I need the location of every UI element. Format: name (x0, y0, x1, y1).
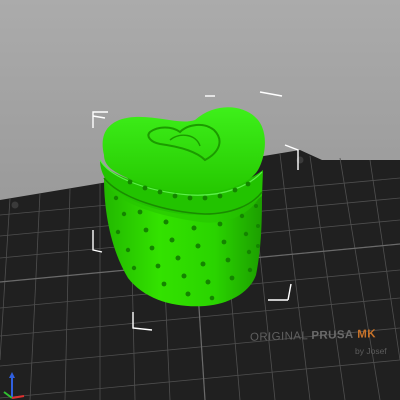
3d-viewport[interactable]: ORIGINAL PRUSA MK by Josef (0, 0, 400, 400)
bed-brand-prefix: ORIGINAL (250, 330, 308, 344)
axis-gizmo-icon[interactable] (0, 360, 30, 400)
bed-screw (11, 201, 19, 209)
bed-brand-model: MK (357, 328, 376, 341)
bed-sub-label: by Josef (355, 346, 387, 356)
bed-brand-name: PRUSA (311, 328, 354, 343)
